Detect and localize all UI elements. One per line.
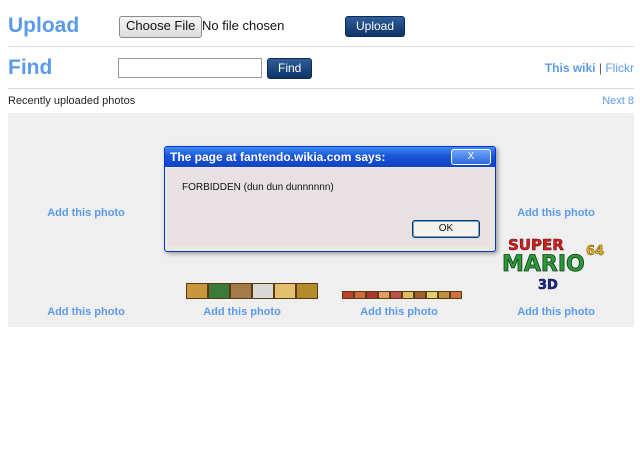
add-photo-link[interactable]: Add this photo <box>164 306 320 318</box>
find-heading: Find <box>8 56 53 79</box>
dialog-title: The page at fantendo.wikia.com says: <box>165 147 495 167</box>
logo-mario-text: MARIO <box>502 252 585 277</box>
dialog-body: FORBIDDEN (dun dun dunnnnnn) OK <box>167 168 491 246</box>
logo-3d-text: 3D <box>538 278 558 293</box>
next-8-link[interactable]: Next 8 <box>602 95 634 107</box>
super-mario-64-3d-logo[interactable]: SUPER MARIO 64 3D <box>502 233 614 293</box>
upload-button[interactable]: Upload <box>345 16 406 37</box>
alert-dialog: The page at fantendo.wikia.com says: X F… <box>164 146 496 252</box>
photo-cell: Add this photo <box>478 113 634 219</box>
file-status: No file chosen <box>202 18 285 33</box>
find-input[interactable] <box>118 58 262 78</box>
find-button[interactable]: Find <box>267 58 313 79</box>
upload-row: Upload Choose File No file chosen Upload <box>8 6 634 47</box>
photo-cell: Add this photo <box>8 213 164 318</box>
choose-file-button[interactable]: Choose File <box>119 16 203 38</box>
dialog-message: FORBIDDEN (dun dun dunnnnnn) <box>182 182 334 193</box>
icon-strip-thumb[interactable] <box>342 291 462 299</box>
upload-heading: Upload <box>8 14 80 37</box>
this-wiki-link[interactable]: This wiki <box>545 61 596 75</box>
recent-photos-heading: Recently uploaded photos <box>8 95 136 107</box>
logo-64-text: 64 <box>586 244 604 259</box>
add-photo-link[interactable]: Add this photo <box>321 306 477 318</box>
character-sprites-thumb[interactable] <box>186 283 318 299</box>
flickr-link[interactable]: Flickr <box>605 61 634 75</box>
link-separator: | <box>598 61 602 75</box>
ok-button[interactable]: OK <box>412 220 480 238</box>
source-links: This wiki | Flickr <box>545 61 634 75</box>
photo-cell: Add this photo <box>8 113 164 219</box>
close-icon[interactable]: X <box>451 149 491 165</box>
find-row: Find Find This wiki | Flickr <box>8 48 634 89</box>
add-photo-link[interactable]: Add this photo <box>478 306 634 318</box>
add-photo-link[interactable]: Add this photo <box>8 306 164 318</box>
